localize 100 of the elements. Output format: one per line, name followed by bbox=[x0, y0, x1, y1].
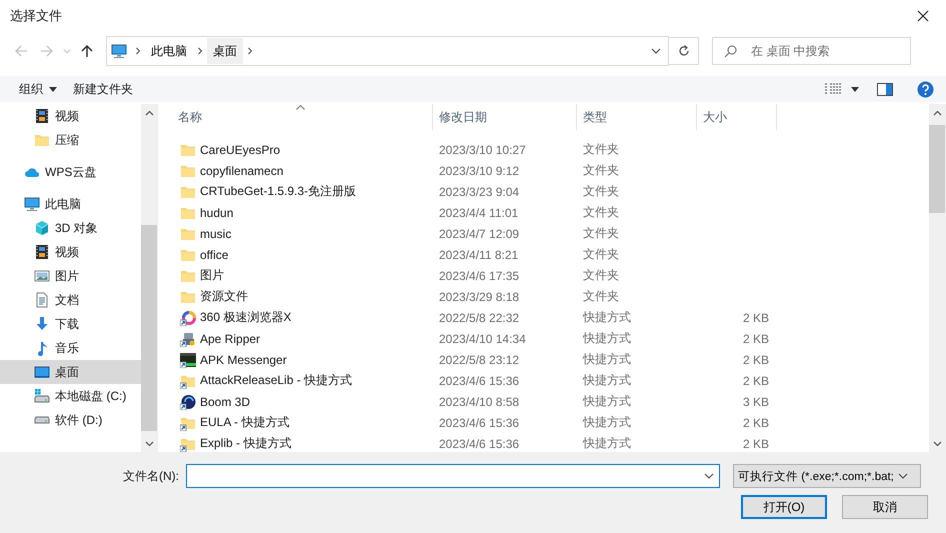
sidebar-item[interactable]: 图片 bbox=[0, 264, 141, 288]
modified-date: 2023/4/6 17:35 bbox=[438, 268, 520, 282]
file-name[interactable]: 图片 bbox=[200, 267, 224, 284]
modified-date: 2023/4/6 15:36 bbox=[438, 436, 520, 450]
caret-icon bbox=[49, 86, 57, 92]
file-name[interactable]: 资源文件 bbox=[200, 288, 248, 305]
search-field[interactable]: 在 桌面 中搜索 bbox=[712, 37, 911, 65]
file-type: 快捷方式 bbox=[582, 372, 632, 389]
file-type: 文件夹 bbox=[582, 246, 620, 263]
scroll-down-icon bbox=[144, 440, 154, 446]
modified-date: 2023/4/6 15:36 bbox=[438, 374, 520, 388]
image-icon bbox=[34, 268, 50, 284]
refresh-icon bbox=[678, 45, 690, 57]
file-size: 3 KB bbox=[742, 394, 770, 408]
file-name[interactable]: office bbox=[200, 248, 228, 262]
sidebar-item[interactable]: 压缩 bbox=[0, 128, 141, 152]
column-header[interactable]: 类型 bbox=[577, 104, 697, 130]
scrollbar[interactable] bbox=[141, 104, 157, 452]
address-bar[interactable]: 此电脑 桌面 bbox=[106, 36, 669, 66]
file-size: 2 KB bbox=[742, 374, 770, 388]
sidebar-item[interactable]: 视频 bbox=[0, 104, 141, 128]
column-header[interactable]: 大小 bbox=[697, 104, 777, 130]
file-name[interactable]: hudun bbox=[200, 206, 234, 220]
scrollbar-thumb[interactable] bbox=[929, 125, 945, 213]
sidebar-item[interactable]: 3D 对象 bbox=[0, 216, 141, 240]
desktop-icon bbox=[34, 364, 50, 380]
ring-app-icon bbox=[180, 310, 196, 326]
modified-date: 2023/3/23 9:04 bbox=[438, 184, 520, 198]
modified-date: 2023/4/10 14:34 bbox=[438, 332, 527, 346]
file-type: 文件夹 bbox=[582, 267, 620, 284]
dialog-button[interactable]: 打开(O) bbox=[741, 495, 827, 519]
file-type: 快捷方式 bbox=[582, 414, 632, 431]
toolbar-button[interactable]: 新建文件夹 bbox=[65, 77, 141, 101]
dialog-button[interactable]: 取消 bbox=[842, 495, 928, 519]
up-arrow-icon bbox=[79, 43, 95, 59]
caret-icon bbox=[898, 473, 908, 479]
sidebar-item[interactable]: 软件 (D:) bbox=[0, 408, 141, 432]
forward-arrow-icon bbox=[39, 43, 55, 59]
modified-date: 2023/4/7 12:09 bbox=[438, 226, 520, 240]
disc-app-icon bbox=[180, 394, 196, 410]
sidebar-item[interactable]: 下载 bbox=[0, 312, 141, 336]
file-name[interactable]: copyfilenamecn bbox=[200, 164, 284, 178]
help-icon bbox=[917, 80, 934, 98]
file-type-dropdown[interactable]: 可执行文件 (*.exe;*.com;*.bat; bbox=[733, 464, 921, 488]
monitor-icon bbox=[24, 196, 40, 212]
modified-date: 2022/5/8 22:32 bbox=[438, 310, 520, 324]
caret-icon bbox=[651, 48, 661, 54]
sidebar-item[interactable]: 文档 bbox=[0, 288, 141, 312]
close-icon bbox=[917, 10, 929, 22]
refresh-button[interactable] bbox=[669, 37, 699, 65]
scrollbar-thumb[interactable] bbox=[141, 225, 157, 431]
file-name[interactable]: CareUEyesPro bbox=[200, 142, 280, 156]
file-name[interactable]: Explib - 快捷方式 bbox=[200, 435, 292, 452]
file-name[interactable]: Ape Ripper bbox=[200, 332, 260, 346]
drive-icon bbox=[34, 416, 50, 424]
scroll-up-icon bbox=[144, 110, 154, 116]
modified-date: 2023/4/4 11:01 bbox=[438, 206, 520, 220]
file-size: 2 KB bbox=[742, 436, 770, 450]
file-name[interactable]: Boom 3D bbox=[200, 394, 250, 408]
back-arrow-icon bbox=[13, 43, 29, 59]
modified-date: 2023/3/10 10:27 bbox=[438, 142, 527, 156]
file-name[interactable]: CRTubeGet-1.5.9.3-免注册版 bbox=[200, 183, 356, 200]
chevron-icon bbox=[196, 47, 204, 55]
file-name[interactable]: AttackReleaseLib - 快捷方式 bbox=[200, 372, 352, 389]
monitor-icon bbox=[111, 43, 127, 59]
toolbar-button[interactable]: 组织 bbox=[11, 77, 65, 101]
file-size: 2 KB bbox=[742, 352, 770, 366]
file-type: 文件夹 bbox=[582, 225, 620, 242]
breadcrumb[interactable]: 桌面 bbox=[207, 38, 243, 64]
modified-date: 2023/4/6 15:36 bbox=[438, 416, 520, 430]
sidebar-item[interactable]: 此电脑 bbox=[0, 192, 141, 216]
scrollbar[interactable] bbox=[929, 104, 946, 452]
modified-date: 2023/4/10 8:58 bbox=[438, 394, 520, 408]
file-type: 文件夹 bbox=[582, 183, 620, 200]
file-size: 2 KB bbox=[742, 332, 770, 346]
file-name[interactable]: music bbox=[200, 226, 232, 240]
document-icon bbox=[34, 292, 50, 308]
caret-icon bbox=[851, 86, 859, 92]
app-window-icon bbox=[180, 352, 196, 368]
file-type: 文件夹 bbox=[582, 204, 620, 221]
file-type: 快捷方式 bbox=[582, 351, 632, 368]
column-header[interactable]: 名称 bbox=[160, 104, 433, 130]
sidebar-item[interactable]: WPS云盘 bbox=[0, 160, 141, 184]
details-view-icon bbox=[825, 83, 841, 95]
modified-date: 2023/4/11 8:21 bbox=[438, 248, 520, 262]
preview-pane-icon bbox=[877, 82, 893, 96]
file-type: 文件夹 bbox=[582, 162, 620, 179]
file-name-field[interactable] bbox=[186, 464, 720, 488]
file-type: 文件夹 bbox=[582, 288, 620, 305]
file-type: 快捷方式 bbox=[582, 435, 632, 452]
sidebar-item[interactable]: 本地磁盘 (C:) bbox=[0, 384, 141, 408]
column-header[interactable]: 修改日期 bbox=[433, 104, 577, 130]
sidebar-item[interactable]: 视频 bbox=[0, 240, 141, 264]
breadcrumb[interactable]: 此电脑 bbox=[145, 38, 193, 64]
file-type: 快捷方式 bbox=[582, 393, 632, 410]
file-name[interactable]: 360 极速浏览器X bbox=[200, 309, 292, 326]
sidebar-item[interactable]: 音乐 bbox=[0, 336, 141, 360]
file-name[interactable]: APK Messenger bbox=[200, 352, 287, 366]
sidebar-item[interactable]: 桌面 bbox=[0, 360, 141, 384]
file-name[interactable]: EULA - 快捷方式 bbox=[200, 414, 290, 431]
